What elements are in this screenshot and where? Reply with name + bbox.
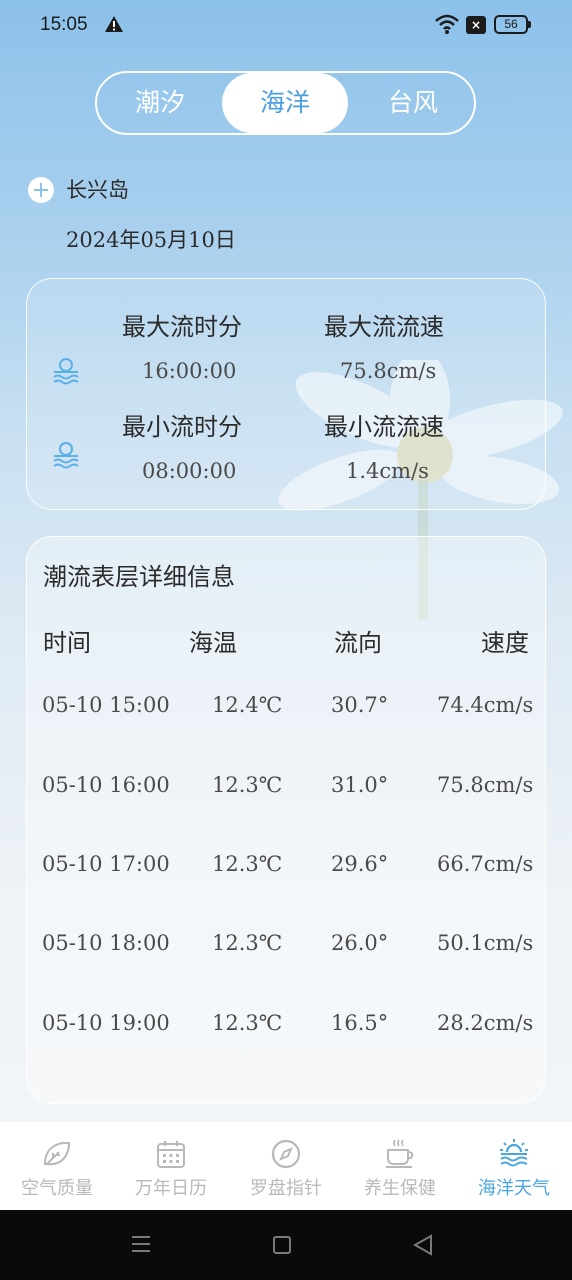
column-header-time: 时间 [43, 629, 91, 657]
date-label: 2024年05月10日 [66, 228, 236, 252]
cell-temp: 12.3℃ [212, 852, 283, 876]
cell-speed: 75.8cm/s [437, 773, 534, 797]
nav-label: 空气质量 [21, 1178, 93, 1199]
column-header-direction: 流向 [334, 629, 382, 657]
min-flow-time-value: 08:00:00 [142, 459, 237, 483]
home-icon[interactable] [273, 1236, 291, 1254]
table-row: 05-10 19:00 12.3℃ 16.5° 28.2cm/s [27, 1011, 547, 1051]
cell-speed: 74.4cm/s [437, 693, 534, 717]
table-row: 05-10 18:00 12.3℃ 26.0° 50.1cm/s [27, 931, 547, 971]
location-name: 长兴岛 [66, 178, 129, 202]
cell-direction: 31.0° [331, 773, 389, 797]
cell-direction: 26.0° [331, 931, 389, 955]
tab-typhoon[interactable]: 台风 [350, 73, 476, 133]
cell-speed: 28.2cm/s [437, 1011, 534, 1035]
table-row: 05-10 16:00 12.3℃ 31.0° 75.8cm/s [27, 773, 547, 813]
min-flow-speed-label: 最小流流速 [324, 413, 444, 441]
calendar-icon [157, 1141, 185, 1168]
add-location-icon[interactable] [28, 177, 54, 203]
tab-tide[interactable]: 潮汐 [97, 73, 223, 133]
water-wave-icon [53, 358, 79, 385]
nav-item-air-quality[interactable]: 空气质量 [0, 1122, 114, 1210]
back-icon[interactable] [413, 1234, 433, 1256]
tea-cup-icon [386, 1139, 414, 1168]
max-flow-time-label: 最大流时分 [122, 313, 242, 341]
status-time: 15:05 [40, 14, 88, 35]
cell-time: 05-10 15:00 [42, 693, 170, 717]
min-flow-time-label: 最小流时分 [122, 413, 242, 441]
table-row: 05-10 17:00 12.3℃ 29.6° 66.7cm/s [27, 852, 547, 892]
nav-label: 海洋天气 [478, 1178, 550, 1199]
nav-label: 养生保健 [364, 1178, 436, 1199]
detail-title: 潮流表层详细信息 [43, 563, 235, 591]
max-flow-time-value: 16:00:00 [142, 359, 237, 383]
bottom-navigation: 空气质量 万年日历 罗盘指针 养生保健 海洋天气 [0, 1122, 572, 1210]
cell-direction: 16.5° [331, 1011, 389, 1035]
column-header-speed: 速度 [481, 629, 529, 657]
cell-temp: 12.4℃ [212, 693, 283, 717]
cell-temp: 12.3℃ [212, 931, 283, 955]
current-summary-card: 最大流时分 最大流流速 16:00:00 75.8cm/s 最小流时分 最小流流… [26, 278, 546, 510]
cell-time: 05-10 16:00 [42, 773, 170, 797]
cell-direction: 30.7° [331, 693, 389, 717]
column-header-temp: 海温 [189, 629, 237, 657]
cell-temp: 12.3℃ [212, 1011, 283, 1035]
max-flow-speed-value: 75.8cm/s [340, 359, 437, 383]
nav-label: 罗盘指针 [250, 1178, 322, 1199]
nav-label: 万年日历 [135, 1178, 207, 1199]
nav-item-compass[interactable]: 罗盘指针 [229, 1122, 343, 1210]
sun-waves-icon [500, 1139, 528, 1167]
cell-time: 05-10 19:00 [42, 1011, 170, 1035]
system-navigation-bar [0, 1210, 572, 1280]
wifi-icon [435, 14, 459, 34]
tab-ocean[interactable]: 海洋 [222, 73, 348, 133]
max-flow-speed-label: 最大流流速 [324, 313, 444, 341]
compass-icon [271, 1139, 301, 1169]
cell-speed: 50.1cm/s [437, 931, 534, 955]
nav-item-ocean-weather[interactable]: 海洋天气 [457, 1122, 571, 1210]
water-wave-icon [53, 442, 79, 469]
cell-time: 05-10 17:00 [42, 852, 170, 876]
cell-time: 05-10 18:00 [42, 931, 170, 955]
surface-current-detail-card: 潮流表层详细信息 时间 海温 流向 速度 05-10 15:00 12.4℃ 3… [26, 536, 546, 1104]
battery-icon: 56 [494, 15, 531, 34]
leaf-icon [43, 1141, 71, 1166]
nav-item-health[interactable]: 养生保健 [343, 1122, 457, 1210]
segmented-tabs: 潮汐 海洋 台风 [95, 71, 476, 135]
cell-direction: 29.6° [331, 852, 389, 876]
status-bar: 15:05 × 56 [0, 0, 572, 52]
menu-icon[interactable] [131, 1234, 151, 1254]
cell-speed: 66.7cm/s [437, 852, 534, 876]
table-row: 05-10 15:00 12.4℃ 30.7° 74.4cm/s [27, 693, 547, 733]
no-sim-icon: × [466, 16, 486, 34]
cell-temp: 12.3℃ [212, 773, 283, 797]
min-flow-speed-value: 1.4cm/s [346, 459, 429, 483]
nav-item-calendar[interactable]: 万年日历 [114, 1122, 228, 1210]
warning-icon [105, 16, 123, 32]
